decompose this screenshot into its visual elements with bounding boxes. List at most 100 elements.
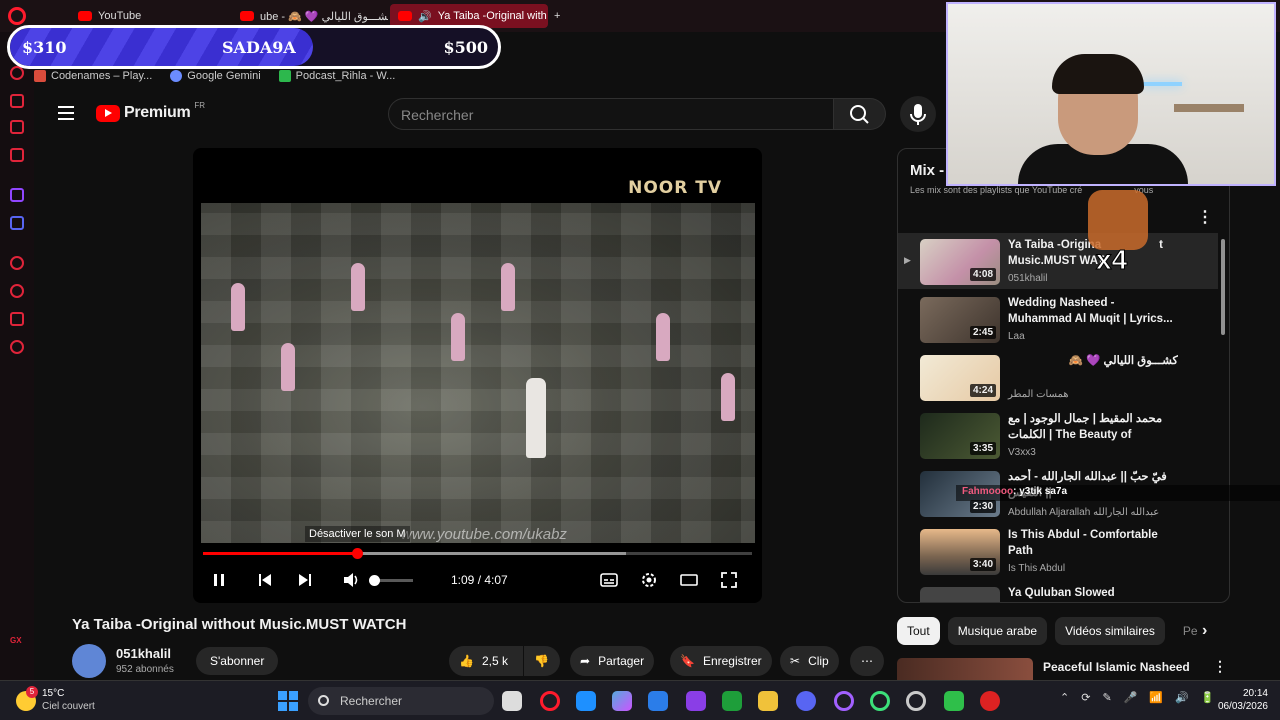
opera-gx-taskbar-icon[interactable]	[540, 691, 560, 711]
voice-search-button[interactable]	[900, 96, 936, 132]
scrubber-handle[interactable]	[351, 548, 363, 559]
sync-icon[interactable]: ⟳	[1081, 691, 1090, 704]
playlist-item[interactable]: 2:45 Wedding Nasheed - Muhammad Al Muqit…	[898, 291, 1218, 347]
bookmark-podcast[interactable]: Podcast_Rihla - W...	[278, 70, 395, 82]
chat-text: : y3tik sa7a	[1013, 486, 1068, 497]
settings-button[interactable]	[639, 570, 659, 590]
opera-logo-icon[interactable]	[8, 7, 26, 25]
theater-mode-button[interactable]	[679, 570, 699, 590]
xbox-taskbar-icon[interactable]	[722, 691, 742, 711]
previous-button[interactable]	[255, 570, 275, 590]
progress-bar[interactable]	[203, 548, 752, 559]
webcam-person-hair	[1052, 54, 1144, 94]
battery-icon[interactable]: 🔋	[1201, 691, 1215, 704]
fullscreen-button[interactable]	[719, 570, 739, 590]
file-explorer-taskbar-icon[interactable]	[758, 691, 778, 711]
microphone-tray-icon[interactable]: 🎤	[1124, 691, 1138, 704]
settings-icon[interactable]	[10, 340, 24, 354]
search-input[interactable]: Rechercher	[388, 98, 834, 130]
pause-button[interactable]	[209, 570, 229, 590]
app-taskbar-icon[interactable]	[686, 691, 706, 711]
more-actions-button[interactable]: ⋯	[850, 646, 884, 676]
playlist-item[interactable]: 3:35 محمد المقيط | جمال الوجود | مع الكل…	[898, 407, 1218, 463]
share-label: Partager	[598, 654, 645, 668]
playlist-thumbnail	[920, 587, 1000, 602]
subtitles-icon	[600, 573, 618, 587]
subscribe-button[interactable]: S'abonner	[196, 647, 279, 675]
clip-label: Clip	[808, 654, 829, 668]
discord-taskbar-icon[interactable]	[796, 691, 816, 711]
copilot-taskbar-icon[interactable]	[612, 691, 632, 711]
playlist-item-channel: همسات المطر	[1008, 389, 1069, 400]
sidebar-music-icon[interactable]	[10, 148, 24, 162]
twitch-icon[interactable]	[10, 188, 24, 202]
player-icon[interactable]	[10, 256, 24, 270]
microphone-icon	[910, 104, 926, 125]
taskbar-clock[interactable]: 20:14 06/03/2026	[1218, 687, 1268, 713]
opera-taskbar-icon[interactable]	[834, 691, 854, 711]
like-button[interactable]: 👍 2,5 k	[449, 646, 523, 676]
playlist-item[interactable]: 3:40 Is This Abdul - Comfortable Path Is…	[898, 523, 1218, 579]
playlist-item-title: Wedding Nasheed - Muhammad Al Muqit | Ly…	[1008, 297, 1173, 325]
volume-slider[interactable]	[369, 575, 413, 586]
discord-icon[interactable]	[10, 216, 24, 230]
video-frame[interactable]	[201, 203, 755, 543]
chip-arabic-music[interactable]: Musique arabe	[947, 617, 1048, 645]
game-taskbar-icon[interactable]	[944, 691, 964, 711]
bookmark-codenames[interactable]: Codenames – Play...	[34, 70, 152, 82]
extensions-icon[interactable]	[10, 312, 24, 326]
dislike-button[interactable]: 👎	[524, 646, 560, 676]
new-tab-button[interactable]: +	[550, 4, 570, 28]
speaker-icon: 🔊	[418, 10, 432, 23]
channel-avatar[interactable]	[72, 644, 106, 678]
mix-menu-icon[interactable]: ⋮	[1197, 207, 1213, 227]
taskbar-search-input[interactable]: Rechercher	[308, 687, 494, 715]
stream-goal-bar: $310 SADA9A $500	[7, 25, 501, 69]
photos-taskbar-icon[interactable]	[576, 691, 596, 711]
youtube-premium-logo[interactable]: Premium FR	[96, 101, 205, 122]
playlist-item-channel: Is This Abdul	[1008, 563, 1066, 574]
playlist-item[interactable]: ▶ 4:08 Ya Taiba -Origina t Music.MUST WAT …	[898, 233, 1218, 289]
volume-handle[interactable]	[369, 575, 380, 586]
search-button[interactable]	[834, 98, 886, 130]
fullscreen-icon	[721, 572, 737, 588]
duration-badge: 2:30	[969, 500, 996, 513]
share-button[interactable]: ➦ Partager	[570, 646, 655, 676]
sidebar-home-icon[interactable]	[10, 94, 24, 108]
channel-name[interactable]: 051khalil	[116, 646, 171, 661]
weather-widget[interactable]: 15°C Ciel couvert	[42, 687, 95, 713]
figure	[451, 313, 465, 361]
pen-icon[interactable]: ✎	[1102, 691, 1111, 704]
sidebar-wallet-icon[interactable]	[10, 120, 24, 134]
save-button[interactable]: 🔖 Enregistrer	[670, 646, 772, 676]
wifi-icon[interactable]: 📶	[1149, 691, 1163, 704]
playlist-item[interactable]: Ya Quluban Slowed	[898, 581, 1218, 602]
clip-button[interactable]: ✂ Clip	[780, 646, 839, 676]
mute-button[interactable]	[341, 570, 361, 590]
playlist-scrollbar[interactable]	[1221, 239, 1225, 335]
duration-badge: 2:45	[969, 326, 996, 339]
chevron-up-icon[interactable]: ⌃	[1060, 691, 1069, 704]
app2-taskbar-icon[interactable]	[980, 691, 1000, 711]
bookmark-gemini[interactable]: Google Gemini	[170, 70, 261, 82]
chevron-right-icon[interactable]: ›	[1202, 622, 1207, 640]
menu-icon[interactable]	[58, 106, 74, 120]
subtitles-button[interactable]	[599, 570, 619, 590]
task-view-icon[interactable]	[502, 691, 522, 711]
chip-all[interactable]: Tout	[897, 617, 940, 645]
speaker-tray-icon[interactable]: 🔊	[1175, 691, 1189, 704]
opera-air-taskbar-icon[interactable]	[870, 691, 890, 711]
volume-icon	[344, 573, 358, 587]
history-icon[interactable]	[10, 284, 24, 298]
system-tray: ⌃ ⟳ ✎ 🎤 📶 🔊 🔋	[1060, 691, 1214, 704]
video-player[interactable]: NOOR TV www.youtube.com/ukabz Désactiver…	[193, 148, 762, 603]
windows-start-icon[interactable]	[278, 691, 298, 711]
store-taskbar-icon[interactable]	[648, 691, 668, 711]
browser-taskbar-icon[interactable]	[906, 691, 926, 711]
playlist-item[interactable]: 4:24 كشـــوق الليالي 💜 🙈 همسات المطر	[898, 349, 1218, 405]
more-vertical-icon[interactable]: ⋮	[1213, 658, 1227, 675]
figure	[656, 313, 670, 361]
chip-similar-videos[interactable]: Vidéos similaires	[1055, 617, 1165, 645]
recommended-title: Peaceful Islamic Nasheed	[1043, 660, 1190, 674]
next-button[interactable]	[295, 570, 315, 590]
